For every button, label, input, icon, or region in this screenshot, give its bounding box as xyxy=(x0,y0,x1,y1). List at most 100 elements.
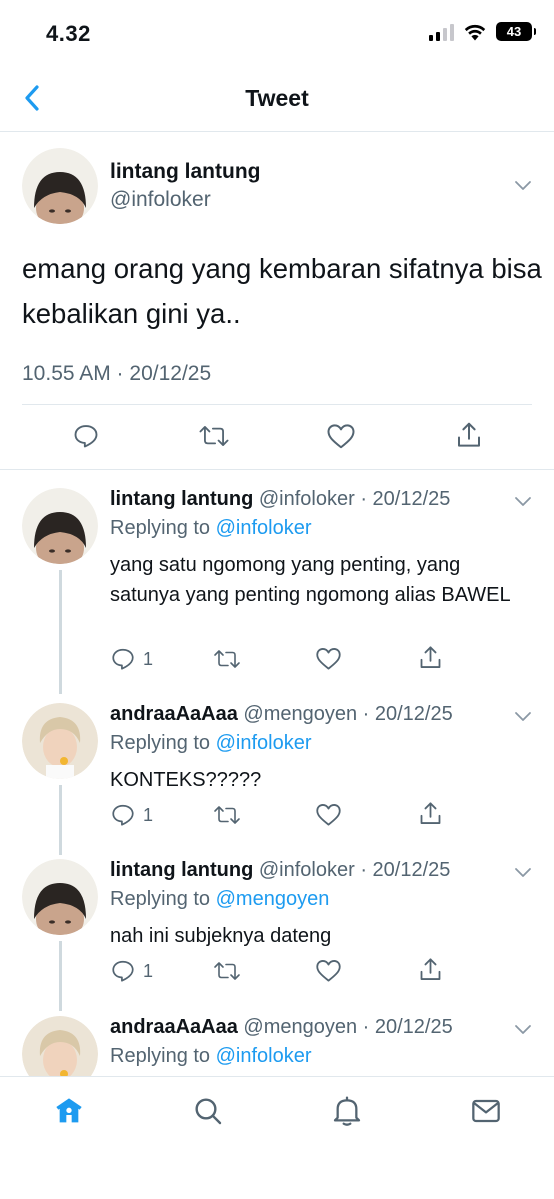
avatar[interactable] xyxy=(22,703,98,779)
tweet-menu-button[interactable] xyxy=(512,861,534,883)
replying-to: Replying to @mengoyen xyxy=(110,888,329,911)
tab-search[interactable] xyxy=(190,1093,226,1129)
chevron-down-icon xyxy=(515,1025,531,1034)
battery-icon: 43 xyxy=(496,22,536,41)
reply-header: andraaAaAaa @mengoyen · 20/12/25 xyxy=(110,1016,453,1039)
retweet-button[interactable] xyxy=(197,422,231,450)
share-icon xyxy=(420,646,441,668)
author-name[interactable]: lintang lantung xyxy=(110,488,253,510)
reply-button[interactable]: 1 xyxy=(110,958,153,984)
author-meta: @infoloker · 20/12/25 xyxy=(258,859,451,881)
tweet-menu-button[interactable] xyxy=(512,1018,534,1040)
reply-tweet[interactable]: andraaAaAaa @mengoyen · 20/12/25 Replyin… xyxy=(0,1016,554,1076)
author-meta: @mengoyen · 20/12/25 xyxy=(243,703,453,725)
chevron-down-icon xyxy=(515,868,531,877)
main-tweet: lintang lantung @infoloker emang orang y… xyxy=(0,132,554,470)
like-button[interactable] xyxy=(315,646,342,671)
status-time: 4.32 xyxy=(46,21,91,46)
reply-tweet[interactable]: lintang lantung @infoloker · 20/12/25 Re… xyxy=(0,488,554,694)
reply-header: lintang lantung @infoloker · 20/12/25 xyxy=(110,488,450,511)
tweet-text: KONTEKS????? xyxy=(110,769,262,791)
status-bar: 4.32 43 xyxy=(0,0,554,66)
share-icon xyxy=(458,422,480,447)
retweet-button[interactable] xyxy=(212,646,242,672)
reply-tweet[interactable]: andraaAaAaa @mengoyen · 20/12/25 Replyin… xyxy=(0,703,554,855)
tweet-actions xyxy=(0,418,554,458)
status-icons: 43 xyxy=(429,22,536,41)
like-button[interactable] xyxy=(326,422,356,450)
cellular-signal-icon xyxy=(429,23,454,41)
replying-to: Replying to @infoloker xyxy=(110,1045,312,1068)
share-icon xyxy=(420,958,441,980)
replying-label: Replying to xyxy=(110,732,216,754)
divider xyxy=(22,404,532,405)
tweet-timestamp[interactable]: 10.55 AM · 20/12/25 xyxy=(22,362,211,386)
reply-count: 1 xyxy=(143,804,154,825)
tab-home[interactable] xyxy=(51,1093,87,1129)
tweet-actions: 1 xyxy=(0,958,554,988)
tweet-text: emang orang yang kembaran sifatnya bisa … xyxy=(22,253,542,329)
author-handle[interactable]: @infoloker xyxy=(110,188,211,212)
retweet-button[interactable] xyxy=(212,958,242,984)
replying-to: Replying to @infoloker xyxy=(110,517,312,540)
reply-button[interactable]: 1 xyxy=(110,802,153,828)
retweet-icon xyxy=(214,806,240,824)
home-icon xyxy=(56,1098,82,1123)
tweet-menu-button[interactable] xyxy=(512,705,534,727)
replying-label: Replying to xyxy=(110,888,216,910)
tab-notifications[interactable] xyxy=(329,1093,365,1129)
tweet-menu-button[interactable] xyxy=(512,174,534,196)
author-name[interactable]: lintang lantung xyxy=(110,160,260,184)
replying-label: Replying to xyxy=(110,517,216,539)
like-button[interactable] xyxy=(315,802,342,827)
retweet-icon xyxy=(214,650,240,668)
avatar[interactable] xyxy=(22,148,98,224)
wifi-icon xyxy=(464,24,486,40)
reply-count: 1 xyxy=(143,648,154,669)
mention-link[interactable]: @mengoyen xyxy=(216,888,330,910)
author-name[interactable]: lintang lantung xyxy=(110,859,253,881)
tweet-text: nah ini subjeknya dateng xyxy=(110,925,332,947)
tab-messages[interactable] xyxy=(468,1093,504,1129)
share-button[interactable] xyxy=(417,644,444,671)
mention-link[interactable]: @infoloker xyxy=(216,517,312,539)
page-title: Tweet xyxy=(245,85,309,111)
tweet-text: yang satu ngomong yang penting, yang sat… xyxy=(110,554,511,606)
retweet-icon xyxy=(214,962,240,980)
retweet-button[interactable] xyxy=(212,802,242,828)
search-icon xyxy=(195,1098,222,1125)
reply-header: lintang lantung @infoloker · 20/12/25 xyxy=(110,859,450,882)
share-icon xyxy=(420,802,441,824)
replying-label: Replying to xyxy=(110,1045,216,1067)
share-button[interactable] xyxy=(417,800,444,827)
like-button[interactable] xyxy=(315,958,342,983)
reply-tweet[interactable]: lintang lantung @infoloker · 20/12/25 Re… xyxy=(0,859,554,1011)
heart-icon xyxy=(316,648,341,670)
avatar[interactable] xyxy=(22,488,98,564)
avatar[interactable] xyxy=(22,1016,98,1076)
author-meta: @infoloker · 20/12/25 xyxy=(258,488,451,510)
tweet-menu-button[interactable] xyxy=(512,490,534,512)
share-button[interactable] xyxy=(417,956,444,983)
chevron-down-icon xyxy=(515,712,531,721)
reply-button[interactable]: 1 xyxy=(110,646,153,672)
tab-bar xyxy=(0,1076,554,1199)
reply-count: 1 xyxy=(143,960,154,981)
reply-icon xyxy=(112,804,134,826)
heart-icon xyxy=(327,424,355,449)
share-button[interactable] xyxy=(454,420,484,450)
reply-icon xyxy=(74,425,98,448)
messages-icon xyxy=(472,1099,500,1123)
heart-icon xyxy=(316,960,341,982)
mention-link[interactable]: @infoloker xyxy=(216,1045,312,1067)
reply-header: andraaAaAaa @mengoyen · 20/12/25 xyxy=(110,703,453,726)
nav-header: Tweet xyxy=(0,66,554,132)
retweet-icon xyxy=(199,426,229,446)
avatar[interactable] xyxy=(22,859,98,935)
author-name[interactable]: andraaAaAaa xyxy=(110,1016,238,1038)
author-name[interactable]: andraaAaAaa xyxy=(110,703,238,725)
replying-to: Replying to @infoloker xyxy=(110,732,312,755)
mention-link[interactable]: @infoloker xyxy=(216,732,312,754)
reply-button[interactable] xyxy=(72,422,100,450)
tweet-actions: 1 xyxy=(0,802,554,832)
